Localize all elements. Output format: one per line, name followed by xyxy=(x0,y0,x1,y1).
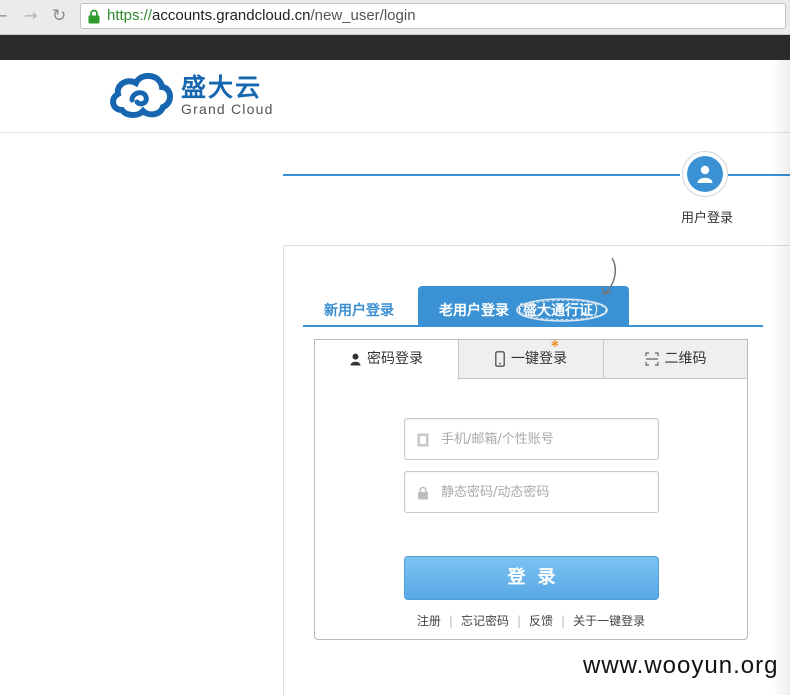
login-box: 密码登录 一键登录 * 二维码 登录 注册 | 忘记密码 | 反馈 | 关于一键登录 xyxy=(314,337,748,640)
lock-icon xyxy=(418,486,428,500)
cloud-logo-icon[interactable] xyxy=(108,70,174,120)
tab-new-user-login[interactable]: 新用户登录 xyxy=(314,300,404,320)
about-onekey-link[interactable]: 关于一键登录 xyxy=(573,614,645,628)
link-separator: | xyxy=(561,614,566,628)
progress-line-left xyxy=(283,174,680,176)
annotation-arrow xyxy=(601,257,617,295)
tab-underline xyxy=(303,325,763,327)
browser-toolbar: ← → ↻ https://accounts.grandcloud.cn/new… xyxy=(0,0,790,35)
id-card-icon xyxy=(417,433,429,447)
progress-step-circle xyxy=(687,156,723,192)
tab-qrcode-login[interactable]: 二维码 xyxy=(604,340,747,379)
link-separator: | xyxy=(448,614,453,628)
url-scheme: https:// xyxy=(107,7,153,24)
watermark-text: www.wooyun.org xyxy=(583,652,779,679)
login-button[interactable]: 登录 xyxy=(404,556,659,600)
forgot-password-link[interactable]: 忘记密码 xyxy=(461,614,509,628)
tab-onekey-login[interactable]: 一键登录 * xyxy=(459,337,604,379)
new-badge: * xyxy=(551,337,559,355)
password-input[interactable] xyxy=(441,481,641,503)
site-header: 盛大云 Grand Cloud xyxy=(0,60,790,133)
url-host: accounts.grandcloud.cn xyxy=(152,7,311,24)
qr-scan-icon xyxy=(644,352,659,366)
user-icon xyxy=(350,353,361,365)
register-link[interactable]: 注册 xyxy=(417,614,441,628)
logo-text-en: Grand Cloud xyxy=(181,101,274,117)
username-field[interactable] xyxy=(404,418,659,460)
url-path: /new_user/login xyxy=(310,7,416,24)
login-links: 注册 | 忘记密码 | 反馈 | 关于一键登录 xyxy=(315,612,747,629)
bookmarks-bar xyxy=(0,35,790,60)
lock-icon xyxy=(88,9,100,24)
tab-qrcode-label: 二维码 xyxy=(664,351,707,367)
back-icon[interactable]: ← xyxy=(0,6,7,26)
reload-icon[interactable]: ↻ xyxy=(52,6,66,26)
tab-password-label: 密码登录 xyxy=(367,351,423,367)
tab-existing-user-text: 老用户登录 xyxy=(439,303,509,319)
url-text: https://accounts.grandcloud.cn/new_user/… xyxy=(107,7,416,25)
progress-step-label: 用户登录 xyxy=(680,211,733,226)
phone-icon xyxy=(495,351,505,367)
page-edge-shadow xyxy=(772,60,790,695)
tab-password-login[interactable]: 密码登录 xyxy=(315,340,459,380)
user-icon xyxy=(697,165,713,183)
username-input[interactable] xyxy=(441,428,641,450)
link-separator: | xyxy=(516,614,522,628)
forward-icon[interactable]: → xyxy=(24,6,37,26)
feedback-link[interactable]: 反馈 xyxy=(529,614,553,628)
password-field[interactable] xyxy=(404,471,659,513)
logo-text-cn: 盛大云 xyxy=(181,73,263,102)
annotation-ellipse xyxy=(516,298,608,322)
address-bar[interactable]: https://accounts.grandcloud.cn/new_user/… xyxy=(80,3,786,29)
